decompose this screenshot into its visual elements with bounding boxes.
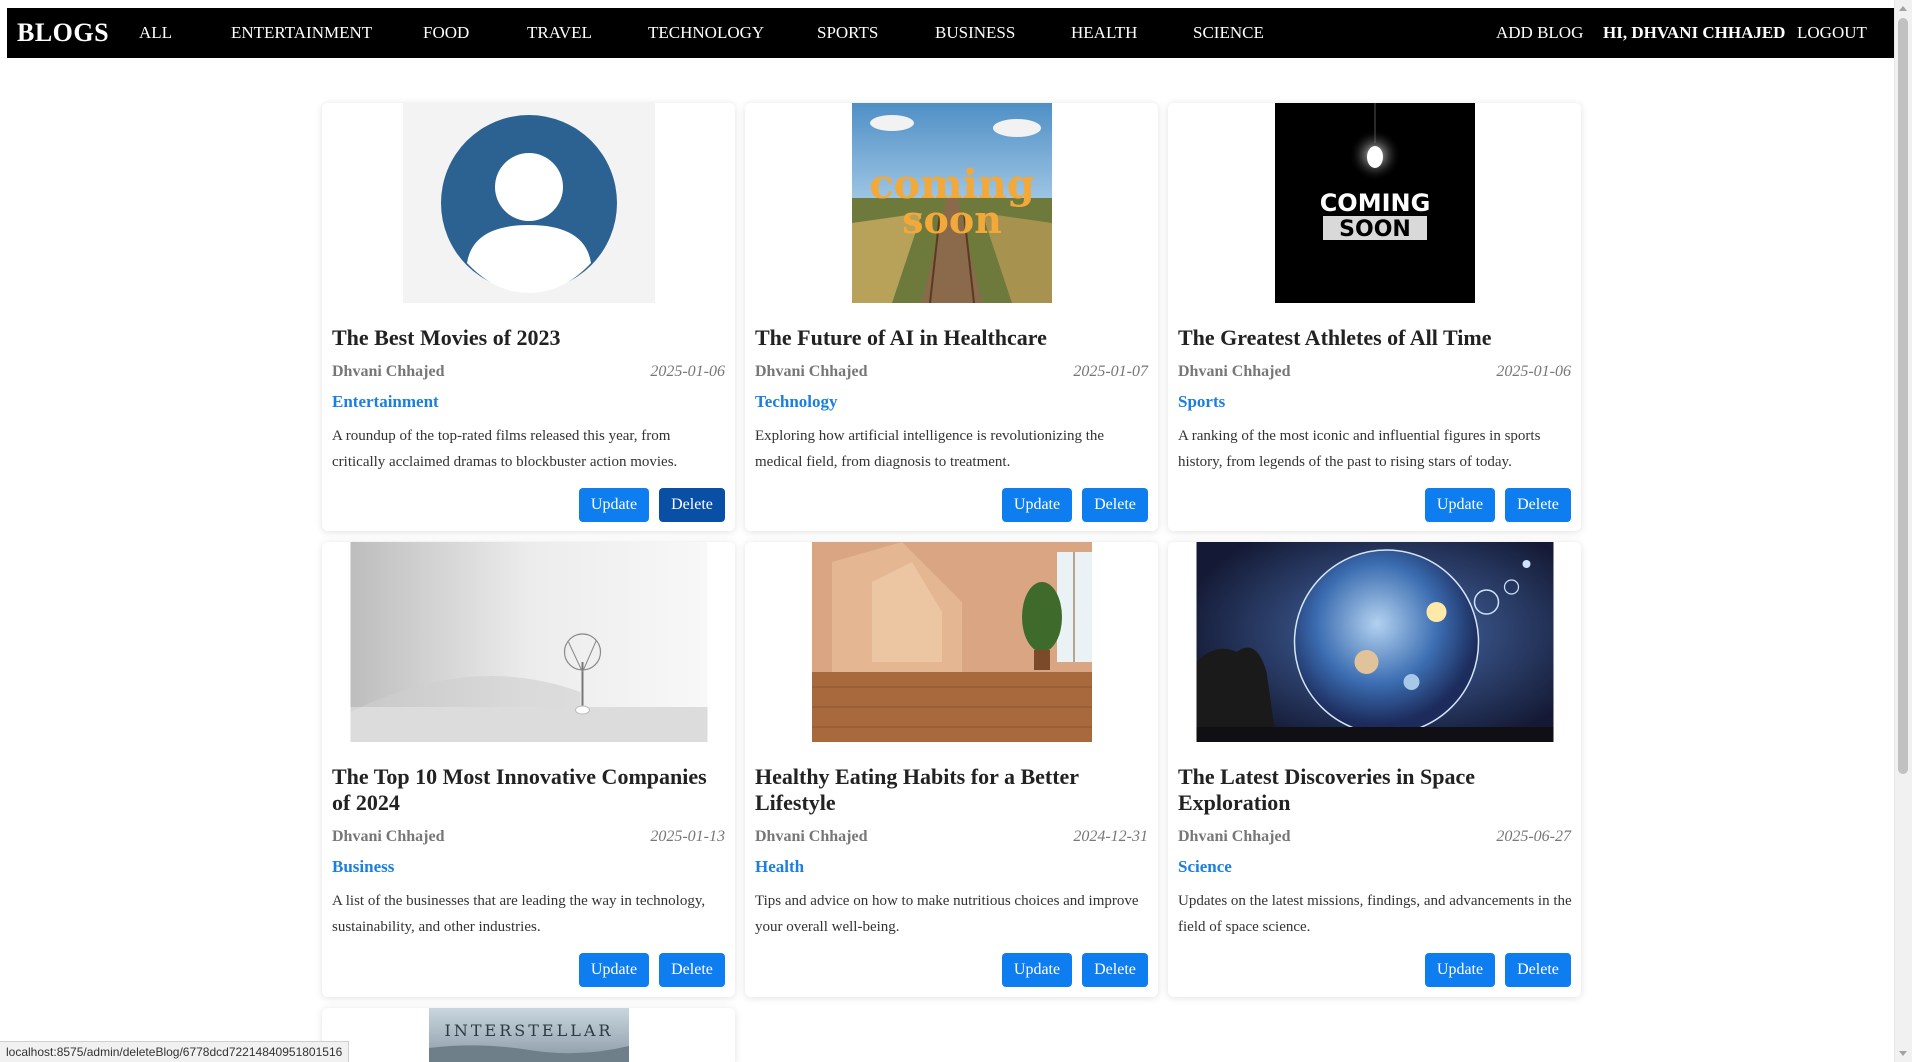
card-image-minimal-tree xyxy=(350,542,707,742)
nav-link-science[interactable]: SCIENCE xyxy=(1193,23,1264,43)
card-description: Tips and advice on how to make nutritiou… xyxy=(755,893,1139,935)
card-title[interactable]: The Greatest Athletes of All Time xyxy=(1178,325,1573,351)
update-button[interactable]: Update xyxy=(1425,953,1495,987)
blog-card: The Latest Discoveries in Space Explorat… xyxy=(1168,542,1581,997)
scroll-down-icon[interactable] xyxy=(1899,1051,1907,1056)
card-author: Dhvani Chhajed xyxy=(1178,828,1291,845)
delete-button[interactable]: Delete xyxy=(1082,953,1148,987)
card-description: A list of the businesses that are leadin… xyxy=(332,893,706,935)
card-category[interactable]: Sports xyxy=(1178,392,1225,412)
blog-card: coming soon The Future of AI in Healthca… xyxy=(745,103,1158,531)
nav-link-all[interactable]: ALL xyxy=(139,23,172,43)
card-title[interactable]: The Latest Discoveries in Space Explorat… xyxy=(1178,764,1573,816)
nav-link-food[interactable]: FOOD xyxy=(423,23,469,43)
card-category[interactable]: Health xyxy=(755,857,804,877)
scrollbar-thumb[interactable] xyxy=(1898,18,1908,774)
card-description: Updates on the latest missions, findings… xyxy=(1178,893,1572,935)
nav-link-sports[interactable]: SPORTS xyxy=(817,23,878,43)
card-image-coming-soon-lightbulb: COMING SOON xyxy=(1274,103,1475,303)
blog-card: The Best Movies of 2023 Dhvani Chhajed 2… xyxy=(322,103,735,531)
delete-button[interactable]: Delete xyxy=(659,488,725,522)
user-greeting[interactable]: HI, DHVANI CHHAJED xyxy=(1603,23,1785,43)
blog-card: COMING SOON The Greatest Athletes of All… xyxy=(1168,103,1581,531)
scroll-up-icon[interactable] xyxy=(1899,6,1907,11)
update-button[interactable]: Update xyxy=(1002,488,1072,522)
card-image-avatar xyxy=(402,103,655,303)
coming-soon-text-line1: COMING xyxy=(1319,189,1430,217)
card-category[interactable]: Science xyxy=(1178,857,1232,877)
card-author: Dhvani Chhajed xyxy=(755,363,868,380)
brand-logo[interactable]: BLOGS xyxy=(17,18,147,48)
coming-soon-text-line2: SOON xyxy=(1339,217,1411,242)
card-title[interactable]: The Best Movies of 2023 xyxy=(332,325,727,351)
vertical-scrollbar[interactable] xyxy=(1894,0,1912,1062)
card-date: 2025-01-06 xyxy=(650,363,725,380)
card-image-space-bubble xyxy=(1196,542,1553,742)
delete-button[interactable]: Delete xyxy=(1082,488,1148,522)
coming-soon-text-line2: soon xyxy=(902,197,1002,242)
blog-card: The Top 10 Most Innovative Companies of … xyxy=(322,542,735,997)
card-author: Dhvani Chhajed xyxy=(332,828,445,845)
card-description: A ranking of the most iconic and influen… xyxy=(1178,428,1541,470)
nav-link-entertainment[interactable]: ENTERTAINMENT xyxy=(231,23,372,43)
delete-button[interactable]: Delete xyxy=(1505,488,1571,522)
nav-link-travel[interactable]: TRAVEL xyxy=(527,23,592,43)
card-image-interstellar-poster: INTERSTELLAR xyxy=(428,1008,629,1062)
update-button[interactable]: Update xyxy=(579,488,649,522)
card-author: Dhvani Chhajed xyxy=(332,363,445,380)
card-category[interactable]: Technology xyxy=(755,392,838,412)
card-image-coming-soon-railway: coming soon xyxy=(851,103,1052,303)
delete-button[interactable]: Delete xyxy=(659,953,725,987)
card-date: 2025-01-13 xyxy=(650,828,725,845)
browser-status-bar: localhost:8575/admin/deleteBlog/6778dcd7… xyxy=(0,1041,350,1062)
blog-card: Healthy Eating Habits for a Better Lifes… xyxy=(745,542,1158,997)
card-title[interactable]: Healthy Eating Habits for a Better Lifes… xyxy=(755,764,1150,816)
nav-link-technology[interactable]: TECHNOLOGY xyxy=(648,23,764,43)
card-author: Dhvani Chhajed xyxy=(755,828,868,845)
nav-link-business[interactable]: BUSINESS xyxy=(935,23,1015,43)
card-image-sunlit-room xyxy=(811,542,1092,742)
card-category[interactable]: Business xyxy=(332,857,394,877)
logout-link[interactable]: LOGOUT xyxy=(1797,23,1867,43)
top-navbar: BLOGS ALL ENTERTAINMENT FOOD TRAVEL TECH… xyxy=(7,8,1895,58)
update-button[interactable]: Update xyxy=(579,953,649,987)
card-description: A roundup of the top-rated films release… xyxy=(332,428,678,470)
card-author: Dhvani Chhajed xyxy=(1178,363,1291,380)
update-button[interactable]: Update xyxy=(1425,488,1495,522)
update-button[interactable]: Update xyxy=(1002,953,1072,987)
card-date: 2025-06-27 xyxy=(1496,828,1571,845)
delete-button[interactable]: Delete xyxy=(1505,953,1571,987)
interstellar-title: INTERSTELLAR xyxy=(444,1021,613,1040)
card-date: 2024-12-31 xyxy=(1073,828,1148,845)
nav-link-health[interactable]: HEALTH xyxy=(1071,23,1137,43)
card-date: 2025-01-07 xyxy=(1073,363,1148,380)
blog-card: INTERSTELLAR xyxy=(322,1008,735,1062)
card-date: 2025-01-06 xyxy=(1496,363,1571,380)
card-category[interactable]: Entertainment xyxy=(332,392,439,412)
add-blog-link[interactable]: ADD BLOG xyxy=(1496,23,1583,43)
status-url: localhost:8575/admin/deleteBlog/6778dcd7… xyxy=(6,1045,343,1059)
card-title[interactable]: The Top 10 Most Innovative Companies of … xyxy=(332,764,727,816)
card-description: Exploring how artificial intelligence is… xyxy=(755,428,1105,470)
card-title[interactable]: The Future of AI in Healthcare xyxy=(755,325,1150,351)
